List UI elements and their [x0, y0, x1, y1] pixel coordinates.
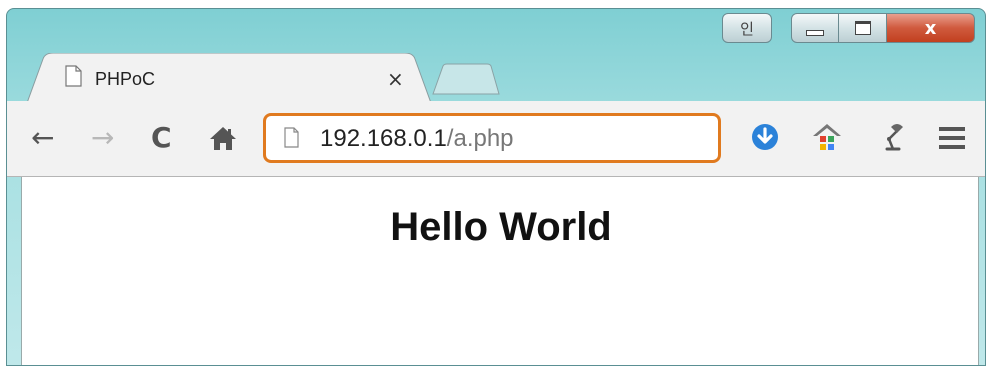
maximize-icon: [854, 21, 871, 35]
tab-active[interactable]: [27, 53, 431, 103]
tab-close-icon[interactable]: ×: [387, 67, 404, 91]
menu-icon[interactable]: [939, 127, 965, 154]
reload-button[interactable]: C: [151, 123, 172, 153]
minimize-button[interactable]: [791, 13, 839, 43]
url-text[interactable]: 192.168.0.1/a.php: [320, 125, 514, 153]
close-window-button[interactable]: x: [887, 13, 975, 43]
url-path: /a.php: [446, 125, 514, 152]
lamp-icon[interactable]: [877, 121, 909, 153]
tab-title: PHPoC: [95, 69, 156, 89]
home-button[interactable]: [209, 125, 237, 151]
browser-window: 인 x PHPoC × ← → C 192.168.0.1/a.php Hell…: [6, 8, 986, 366]
page-content: Hello World: [21, 177, 979, 365]
address-bar[interactable]: 192.168.0.1/a.php: [263, 113, 721, 163]
new-tab-button[interactable]: [431, 63, 501, 95]
forward-button[interactable]: →: [91, 123, 114, 153]
download-icon[interactable]: [749, 121, 781, 153]
back-button[interactable]: ←: [31, 123, 54, 153]
minimize-icon: [806, 30, 824, 36]
maximize-button[interactable]: [839, 13, 887, 43]
ime-language-button[interactable]: 인: [722, 13, 772, 43]
page-heading: Hello World: [390, 205, 612, 249]
page-icon: [284, 127, 299, 148]
home-app-icon[interactable]: [811, 121, 843, 153]
url-host: 192.168.0.1: [320, 125, 447, 152]
page-icon: [65, 65, 82, 87]
toolbar: ← → C 192.168.0.1/a.php: [7, 101, 985, 177]
